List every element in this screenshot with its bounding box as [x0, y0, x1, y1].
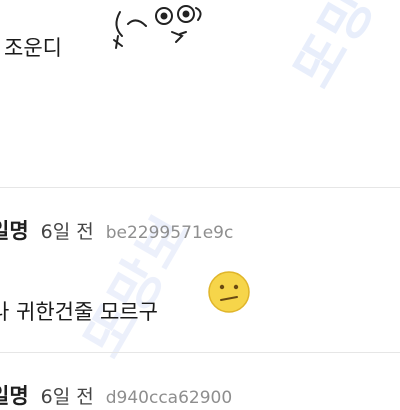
comment-meta: 일명 6일 전 d940cca62900: [0, 380, 232, 410]
comment-divider: [0, 352, 400, 353]
comment-time: 6일 전: [40, 386, 94, 408]
confused-face-emoji-icon: [208, 271, 250, 313]
comment-author[interactable]: 일명: [0, 380, 29, 410]
comment-id-hash: d940cca62900: [105, 388, 233, 408]
comment-divider: [0, 187, 400, 188]
comment-body: 나 귀한건줄 모르구: [0, 296, 158, 326]
comment-meta: 일명 6일 전 be2299571e9c: [0, 215, 233, 245]
watermark: 또망보: [281, 0, 400, 98]
top-comment-text: 조운디: [4, 36, 62, 60]
comment-author[interactable]: 일명: [0, 215, 29, 245]
doodle-face-emoticon: [113, 5, 202, 49]
comment-id-hash: be2299571e9c: [105, 223, 234, 243]
comment-text: 나 귀한건줄 모르구: [0, 300, 158, 324]
comment-time: 6일 전: [40, 221, 94, 243]
top-comment: 조운디: [0, 30, 62, 64]
